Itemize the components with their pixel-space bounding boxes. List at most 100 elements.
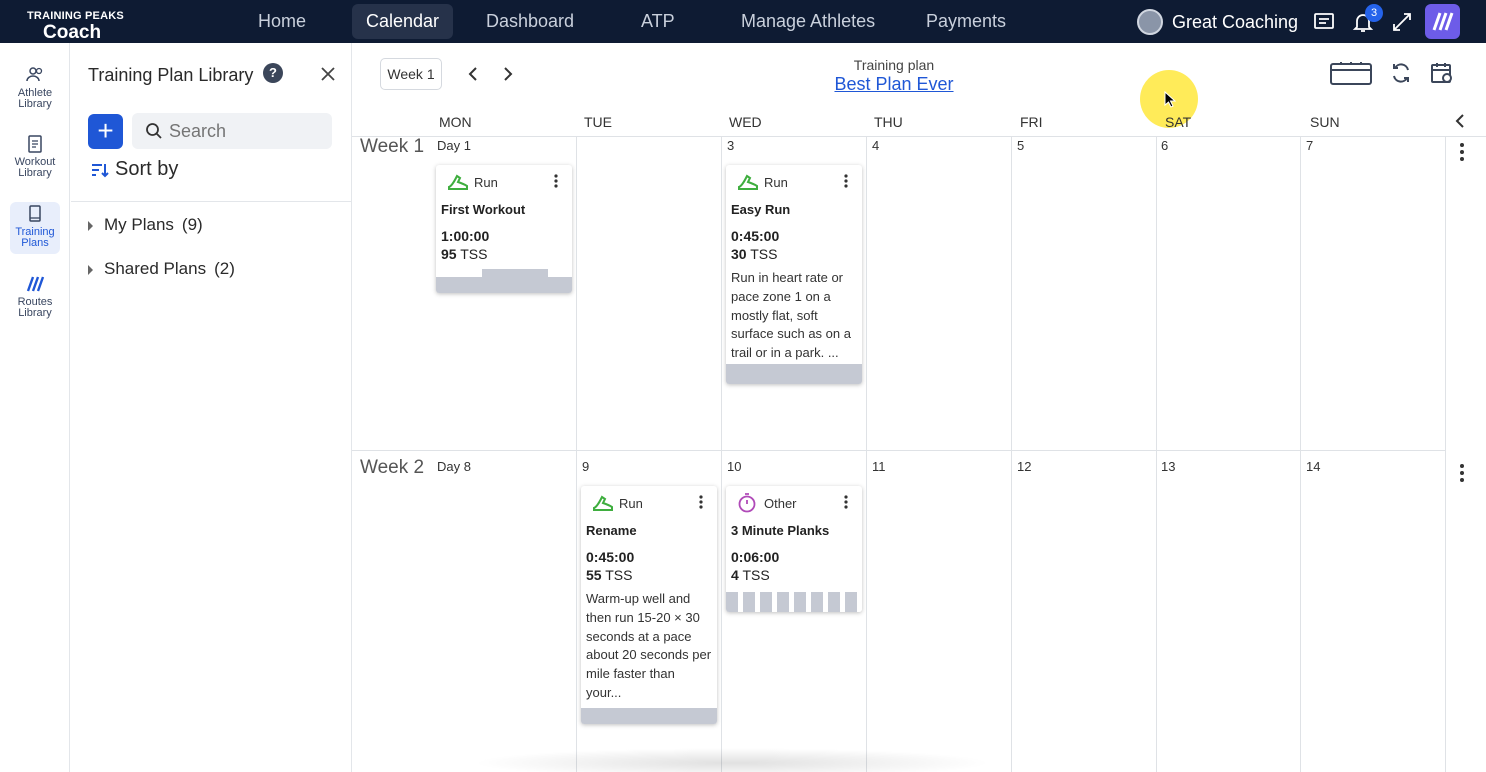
day-number: 10 bbox=[727, 459, 742, 474]
plan-calendar: Week 1 Training plan Best Plan Ever MON … bbox=[352, 43, 1486, 772]
tss-value: 4 bbox=[731, 567, 739, 583]
weekday-header: MON TUE WED THU FRI SAT SUN bbox=[352, 105, 1486, 137]
workout-menu-icon[interactable] bbox=[699, 495, 703, 509]
workout-duration: 0:45:00 bbox=[586, 549, 635, 565]
workout-structure-graph bbox=[726, 592, 862, 612]
rail-label: Library bbox=[18, 98, 52, 110]
workout-card[interactable]: Run First Workout 1:00:00 95 TSS bbox=[436, 165, 572, 293]
chevron-right-icon[interactable] bbox=[501, 64, 515, 84]
workout-menu-icon[interactable] bbox=[844, 174, 848, 188]
trainingpeaks-logo[interactable]: TRAINING PEAKS Coach bbox=[27, 7, 124, 43]
workout-menu-icon[interactable] bbox=[554, 174, 558, 188]
nav-home[interactable]: Home bbox=[244, 4, 320, 39]
help-icon[interactable]: ? bbox=[263, 63, 283, 83]
workout-card[interactable]: Run Easy Run 0:45:00 30 TSS Run in heart… bbox=[726, 165, 862, 384]
workout-type: Run bbox=[619, 496, 643, 511]
workout-card[interactable]: Run Rename 0:45:00 55 TSS Warm-up well a… bbox=[581, 486, 717, 724]
app-switcher-icon[interactable] bbox=[1425, 4, 1460, 39]
chevron-left-icon[interactable] bbox=[466, 64, 480, 84]
book-icon bbox=[29, 205, 41, 222]
workout-description: Run in heart rate or pace zone 1 on a mo… bbox=[731, 270, 851, 361]
day-number: Day 8 bbox=[437, 459, 471, 474]
run-shoe-icon bbox=[448, 174, 468, 190]
tss-unit: TSS bbox=[750, 246, 778, 262]
rail-label: Library bbox=[18, 167, 52, 179]
rail-workout-library[interactable]: Workout Library bbox=[10, 132, 60, 179]
tss-value: 30 bbox=[731, 246, 747, 262]
plan-group-label: My Plans bbox=[104, 215, 174, 234]
plan-group-label: Shared Plans bbox=[104, 259, 207, 278]
plan-group-my-plans[interactable]: My Plans (9) bbox=[88, 215, 203, 235]
logo-product: Coach bbox=[43, 22, 102, 43]
day-number: 4 bbox=[872, 138, 880, 153]
day-number: 11 bbox=[872, 459, 886, 474]
close-icon[interactable] bbox=[318, 64, 338, 84]
add-plan-button[interactable]: + bbox=[88, 114, 123, 149]
caret-right-icon bbox=[88, 220, 93, 231]
nav-payments[interactable]: Payments bbox=[912, 4, 1020, 39]
workout-tss: 4 TSS bbox=[731, 567, 770, 583]
athletes-icon bbox=[26, 67, 43, 82]
calendar-settings-icon[interactable] bbox=[1430, 61, 1454, 85]
week-label: Week 2 bbox=[360, 457, 425, 478]
workout-structure-graph bbox=[436, 269, 572, 293]
plan-header: Training plan Best Plan Ever bbox=[794, 57, 994, 95]
refresh-icon[interactable] bbox=[1389, 61, 1413, 85]
workout-menu-icon[interactable] bbox=[844, 495, 848, 509]
grid-line bbox=[576, 137, 577, 772]
nav-atp[interactable]: ATP bbox=[627, 4, 689, 39]
tss-unit: TSS bbox=[460, 246, 488, 262]
nav-manage-athletes[interactable]: Manage Athletes bbox=[727, 4, 889, 39]
day-name: MON bbox=[439, 114, 472, 130]
workout-card[interactable]: Other 3 Minute Planks 0:06:00 4 TSS bbox=[726, 486, 862, 612]
collapse-chevron-icon[interactable] bbox=[1452, 111, 1468, 131]
day-name: FRI bbox=[1020, 114, 1043, 130]
logo-brand: TRAINING PEAKS bbox=[27, 10, 124, 22]
week-selector-button[interactable]: Week 1 bbox=[380, 58, 442, 90]
nav-dashboard[interactable]: Dashboard bbox=[472, 4, 588, 39]
workout-duration: 1:00:00 bbox=[441, 228, 490, 244]
rail-athlete-library[interactable]: Athlete Library bbox=[10, 63, 60, 110]
run-shoe-icon bbox=[593, 495, 613, 511]
day-name: THU bbox=[874, 114, 903, 130]
caret-right-icon bbox=[88, 264, 93, 275]
left-rail: Athlete Library Workout Library Training… bbox=[0, 43, 70, 772]
expand-icon[interactable] bbox=[1390, 10, 1414, 34]
grid-line bbox=[721, 137, 722, 772]
workout-tss: 30 TSS bbox=[731, 246, 777, 262]
plan-group-shared-plans[interactable]: Shared Plans (2) bbox=[88, 259, 235, 279]
training-plan-library-panel: Training Plan Library ? + Sort by My Pla… bbox=[71, 43, 352, 772]
week-menu-icon[interactable] bbox=[1459, 463, 1465, 483]
sort-label: Sort by bbox=[115, 158, 179, 180]
grid-line bbox=[352, 450, 1446, 451]
sort-by-button[interactable]: Sort by bbox=[90, 158, 178, 181]
tss-value: 55 bbox=[586, 567, 602, 583]
grid-line bbox=[1156, 137, 1157, 772]
rail-routes-library[interactable]: Routes Library bbox=[10, 272, 60, 319]
day-number: 7 bbox=[1306, 138, 1314, 153]
tp-logo-icon bbox=[1432, 12, 1454, 31]
nav-calendar[interactable]: Calendar bbox=[352, 4, 454, 39]
top-navigation-bar: TRAINING PEAKS Coach Home Calendar Dashb… bbox=[0, 0, 1486, 43]
workout-title: 3 Minute Planks bbox=[731, 523, 830, 538]
panel-title: Training Plan Library bbox=[88, 65, 254, 85]
calendar-view-icon[interactable] bbox=[1329, 61, 1373, 87]
rail-label: Library bbox=[18, 307, 52, 319]
tss-unit: TSS bbox=[605, 567, 633, 583]
grid-line bbox=[866, 137, 867, 772]
workout-duration: 0:06:00 bbox=[731, 549, 780, 565]
week-label: Week 1 bbox=[360, 136, 425, 157]
routes-icon bbox=[26, 276, 45, 292]
plan-group-count: (2) bbox=[214, 259, 235, 278]
stopwatch-icon bbox=[738, 493, 756, 513]
run-shoe-icon bbox=[738, 174, 758, 190]
day-name: SUN bbox=[1310, 114, 1340, 130]
plan-group-count: (9) bbox=[181, 215, 203, 234]
rail-label: Plans bbox=[21, 237, 49, 249]
plan-name-link[interactable]: Best Plan Ever bbox=[794, 74, 994, 95]
week-menu-icon[interactable] bbox=[1459, 142, 1465, 162]
user-menu[interactable]: Great Coaching bbox=[1137, 9, 1298, 35]
tss-value: 95 bbox=[441, 246, 457, 262]
rail-training-plans[interactable]: Training Plans bbox=[10, 202, 60, 254]
messages-icon[interactable] bbox=[1312, 10, 1336, 34]
